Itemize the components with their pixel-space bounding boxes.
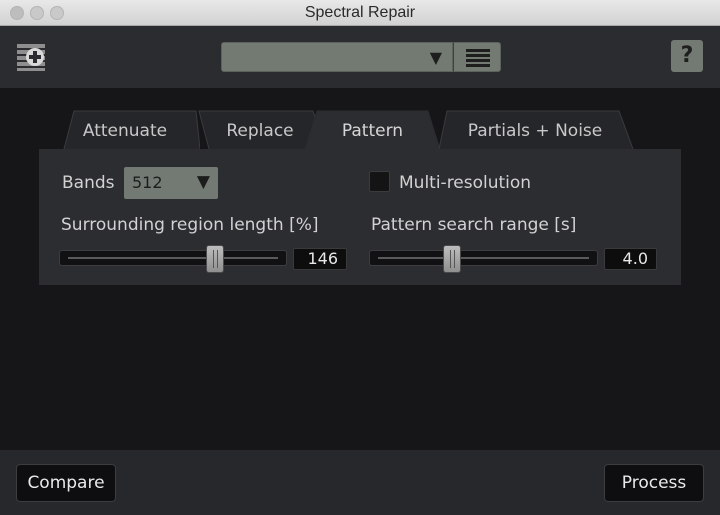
pattern-search-range-value[interactable]: 4.0 (604, 248, 657, 270)
surrounding-region-label: Surrounding region length [%] (61, 215, 319, 235)
module-toolbar: ▼ ? (0, 26, 720, 88)
module-add-icon[interactable] (14, 40, 50, 74)
tab-partials-noise[interactable]: Partials + Noise (435, 110, 635, 150)
preset-menu-button[interactable] (453, 42, 501, 72)
tab-attenuate[interactable]: Attenuate (50, 110, 200, 150)
surrounding-region-slider[interactable] (59, 245, 287, 273)
bands-value: 512 (132, 173, 163, 192)
dropdown-arrow-icon: ▼ (196, 172, 210, 192)
compare-button[interactable]: Compare (16, 464, 116, 502)
bands-select[interactable]: 512 ▼ (124, 167, 218, 199)
surrounding-region-value[interactable]: 146 (293, 248, 347, 270)
tab-pattern[interactable]: Pattern (305, 110, 440, 150)
slider-handle[interactable] (206, 245, 224, 273)
list-menu-icon (466, 49, 490, 67)
pattern-search-range-slider[interactable] (369, 245, 598, 273)
dropdown-arrow-icon: ▼ (429, 48, 442, 67)
preset-select[interactable]: ▼ (221, 42, 453, 72)
slider-handle[interactable] (443, 245, 461, 273)
process-button[interactable]: Process (604, 464, 704, 502)
title-bar: Spectral Repair (0, 0, 720, 26)
window-title: Spectral Repair (304, 4, 416, 21)
help-button[interactable]: ? (671, 40, 703, 72)
pattern-search-range-label: Pattern search range [s] (371, 215, 577, 235)
bands-label: Bands (62, 173, 115, 193)
multi-resolution-label: Multi-resolution (399, 173, 532, 193)
multi-resolution-checkbox[interactable] (369, 171, 390, 192)
tab-bar: Attenuate Replace Pattern Partials + Noi… (50, 110, 650, 150)
